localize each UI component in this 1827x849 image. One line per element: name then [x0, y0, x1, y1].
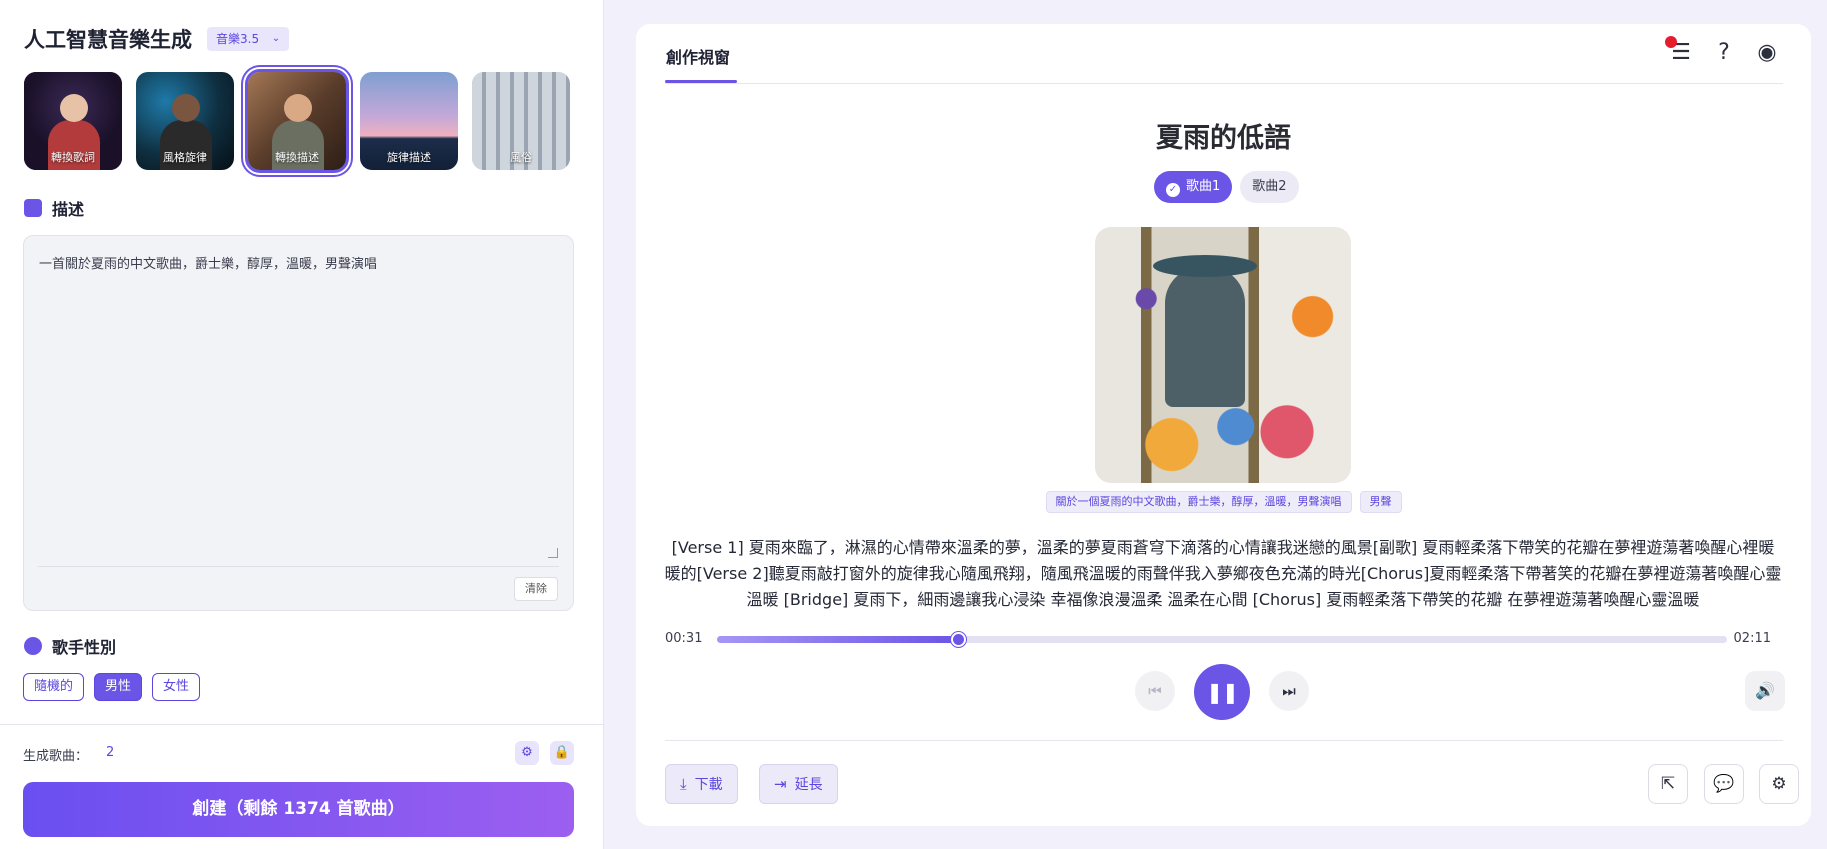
extend-button[interactable]: ⇥ 延長: [759, 764, 838, 804]
model-select[interactable]: 音樂3.5 ⌄: [207, 27, 290, 51]
song-tab-1[interactable]: ✓ 歌曲1: [1154, 171, 1233, 203]
help-icon[interactable]: ?: [1711, 40, 1737, 66]
pause-icon: ❚❚: [1206, 680, 1239, 704]
divider: [665, 83, 1783, 84]
preset-list: 轉換歌詞 風格旋律 轉換描述 旋律描述 風俗: [24, 69, 570, 173]
preset-lyrics[interactable]: 轉換歌詞: [24, 72, 122, 170]
volume-icon: 🔊: [1755, 681, 1775, 700]
divider: [38, 566, 559, 567]
preset-melody-description[interactable]: 旋律描述: [360, 72, 458, 170]
settings-icon[interactable]: ⚙: [1759, 764, 1799, 804]
model-select-value: 音樂3.5: [216, 32, 260, 46]
volume-button[interactable]: 🔊: [1745, 671, 1785, 711]
lock-icon[interactable]: 🔒: [550, 741, 574, 765]
preset-label: 轉換描述: [275, 151, 319, 164]
description-textarea[interactable]: 一首關於夏雨的中文歌曲，爵士樂，醇厚，溫暖，男聲演唱 清除: [23, 235, 574, 611]
clear-button[interactable]: 清除: [514, 577, 558, 601]
gender-option-male[interactable]: 男性: [94, 673, 143, 701]
check-circle-icon: ✓: [1166, 183, 1180, 197]
edit-note-icon: [24, 199, 42, 217]
song-tags: 關於一個夏雨的中文歌曲，爵士樂，醇厚，溫暖，男聲演唱 男聲: [636, 491, 1811, 513]
left-panel: 人工智慧音樂生成 音樂3.5 ⌄ 轉換歌詞 風格旋律 轉換描述 旋律描述 風俗 …: [0, 0, 604, 849]
divider: [665, 740, 1783, 741]
download-button[interactable]: ⤓ 下載: [665, 764, 738, 804]
chevron-down-icon: ⌄: [271, 33, 281, 44]
download-icon: ⤓: [680, 775, 687, 793]
preset-custom[interactable]: 風俗: [472, 72, 570, 170]
current-time: 00:31: [665, 631, 703, 646]
extend-icon: ⇥: [774, 775, 787, 793]
app-title: 人工智慧音樂生成: [24, 28, 192, 52]
divider: [0, 724, 603, 725]
resize-handle[interactable]: [548, 548, 558, 558]
download-label: 下載: [694, 777, 723, 793]
share-icon[interactable]: ⇱: [1648, 764, 1688, 804]
gender-heading: 歌手性別: [24, 634, 116, 658]
people-icon: [24, 637, 42, 655]
extend-label: 延長: [794, 777, 823, 793]
gender-option-female[interactable]: 女性: [152, 673, 201, 701]
description-heading: 描述: [24, 196, 84, 220]
description-heading-text: 描述: [52, 200, 85, 219]
cover-figure: [1165, 267, 1245, 407]
preset-label: 旋律描述: [387, 151, 431, 164]
skip-next-icon: ⏭: [1282, 682, 1296, 700]
album-cover: [1095, 227, 1351, 483]
previous-track-button[interactable]: ⏮: [1135, 671, 1175, 711]
preset-style-melody[interactable]: 風格旋律: [136, 72, 234, 170]
cover-hat: [1153, 255, 1257, 277]
discord-icon[interactable]: ◉: [1754, 40, 1780, 66]
create-button[interactable]: 創建（剩餘 1374 首歌曲）: [23, 782, 574, 837]
comment-icon[interactable]: 💬: [1704, 764, 1744, 804]
song-tab-label: 歌曲2: [1252, 179, 1287, 194]
song-tab-2[interactable]: 歌曲2: [1240, 171, 1299, 203]
lyrics-text: [Verse 1] 夏雨來臨了，淋濕的心情帶來溫柔的夢，溫柔的夢夏雨蒼穹下滴落的…: [664, 538, 1782, 609]
gender-options: 隨機的 男性 女性: [23, 673, 201, 701]
songs-count-value[interactable]: 2: [106, 745, 114, 760]
song-tab-label: 歌曲1: [1186, 179, 1221, 194]
song-tabs: ✓ 歌曲1 歌曲2: [1154, 171, 1299, 203]
settings-icon[interactable]: ⚙: [515, 741, 539, 765]
workspace-panel: 創作視窗 ☰ ? ◉ 夏雨的低語 ✓ 歌曲1 歌曲2 關於一個夏雨的中文歌曲，爵士…: [636, 24, 1811, 826]
tab-creation-window[interactable]: 創作視窗: [666, 44, 730, 68]
song-title: 夏雨的低語: [1156, 123, 1291, 154]
songs-count-label: 生成歌曲：: [23, 749, 89, 764]
preset-label: 風俗: [510, 151, 532, 164]
preset-description[interactable]: 轉換描述: [245, 69, 349, 173]
next-track-button[interactable]: ⏭: [1269, 671, 1309, 711]
preset-label: 轉換歌詞: [51, 151, 95, 164]
notification-dot: [1665, 36, 1677, 48]
gender-heading-text: 歌手性別: [52, 638, 117, 657]
tag-voice: 男聲: [1359, 491, 1402, 513]
progress-fill: [717, 636, 960, 643]
pause-button[interactable]: ❚❚: [1194, 664, 1250, 720]
preset-label: 風格旋律: [163, 151, 207, 164]
description-text[interactable]: 一首關於夏雨的中文歌曲，爵士樂，醇厚，溫暖，男聲演唱: [39, 253, 377, 272]
progress-slider[interactable]: [717, 632, 1727, 647]
skip-previous-icon: ⏮: [1148, 682, 1162, 700]
tag-description: 關於一個夏雨的中文歌曲，爵士樂，醇厚，溫暖，男聲演唱: [1045, 491, 1352, 513]
progress-knob[interactable]: [951, 632, 967, 647]
total-time: 02:11: [1733, 631, 1771, 646]
gender-option-random[interactable]: 隨機的: [23, 673, 85, 701]
